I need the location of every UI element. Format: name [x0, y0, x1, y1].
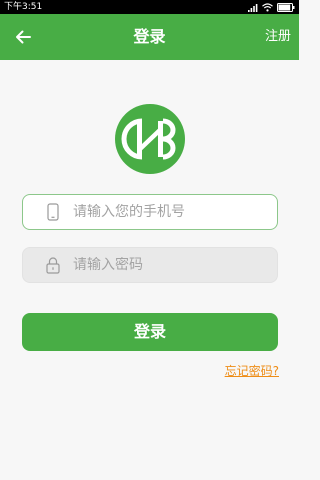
forgot-password-link[interactable]: 忘记密码? [225, 362, 279, 379]
password-field[interactable] [22, 247, 278, 283]
battery-level [278, 4, 291, 10]
wifi-icon [262, 2, 273, 11]
phone-input[interactable] [73, 204, 263, 220]
mobile-phone-icon [45, 203, 61, 221]
page-title: 登录 [133, 27, 166, 46]
signal-icon [248, 3, 258, 12]
login-button[interactable]: 登录 [22, 313, 278, 351]
status-time: 下午3:51 [4, 2, 43, 12]
register-link[interactable]: 注册 [265, 14, 291, 60]
password-input[interactable] [73, 257, 263, 273]
status-icons [248, 0, 295, 14]
app-logo [115, 104, 185, 174]
battery-icon [277, 2, 295, 12]
phone-field[interactable] [22, 194, 278, 230]
lock-icon [45, 256, 61, 274]
status-bar: 下午3:51 [0, 0, 299, 14]
app-bar: 登录 注册 [0, 14, 299, 60]
